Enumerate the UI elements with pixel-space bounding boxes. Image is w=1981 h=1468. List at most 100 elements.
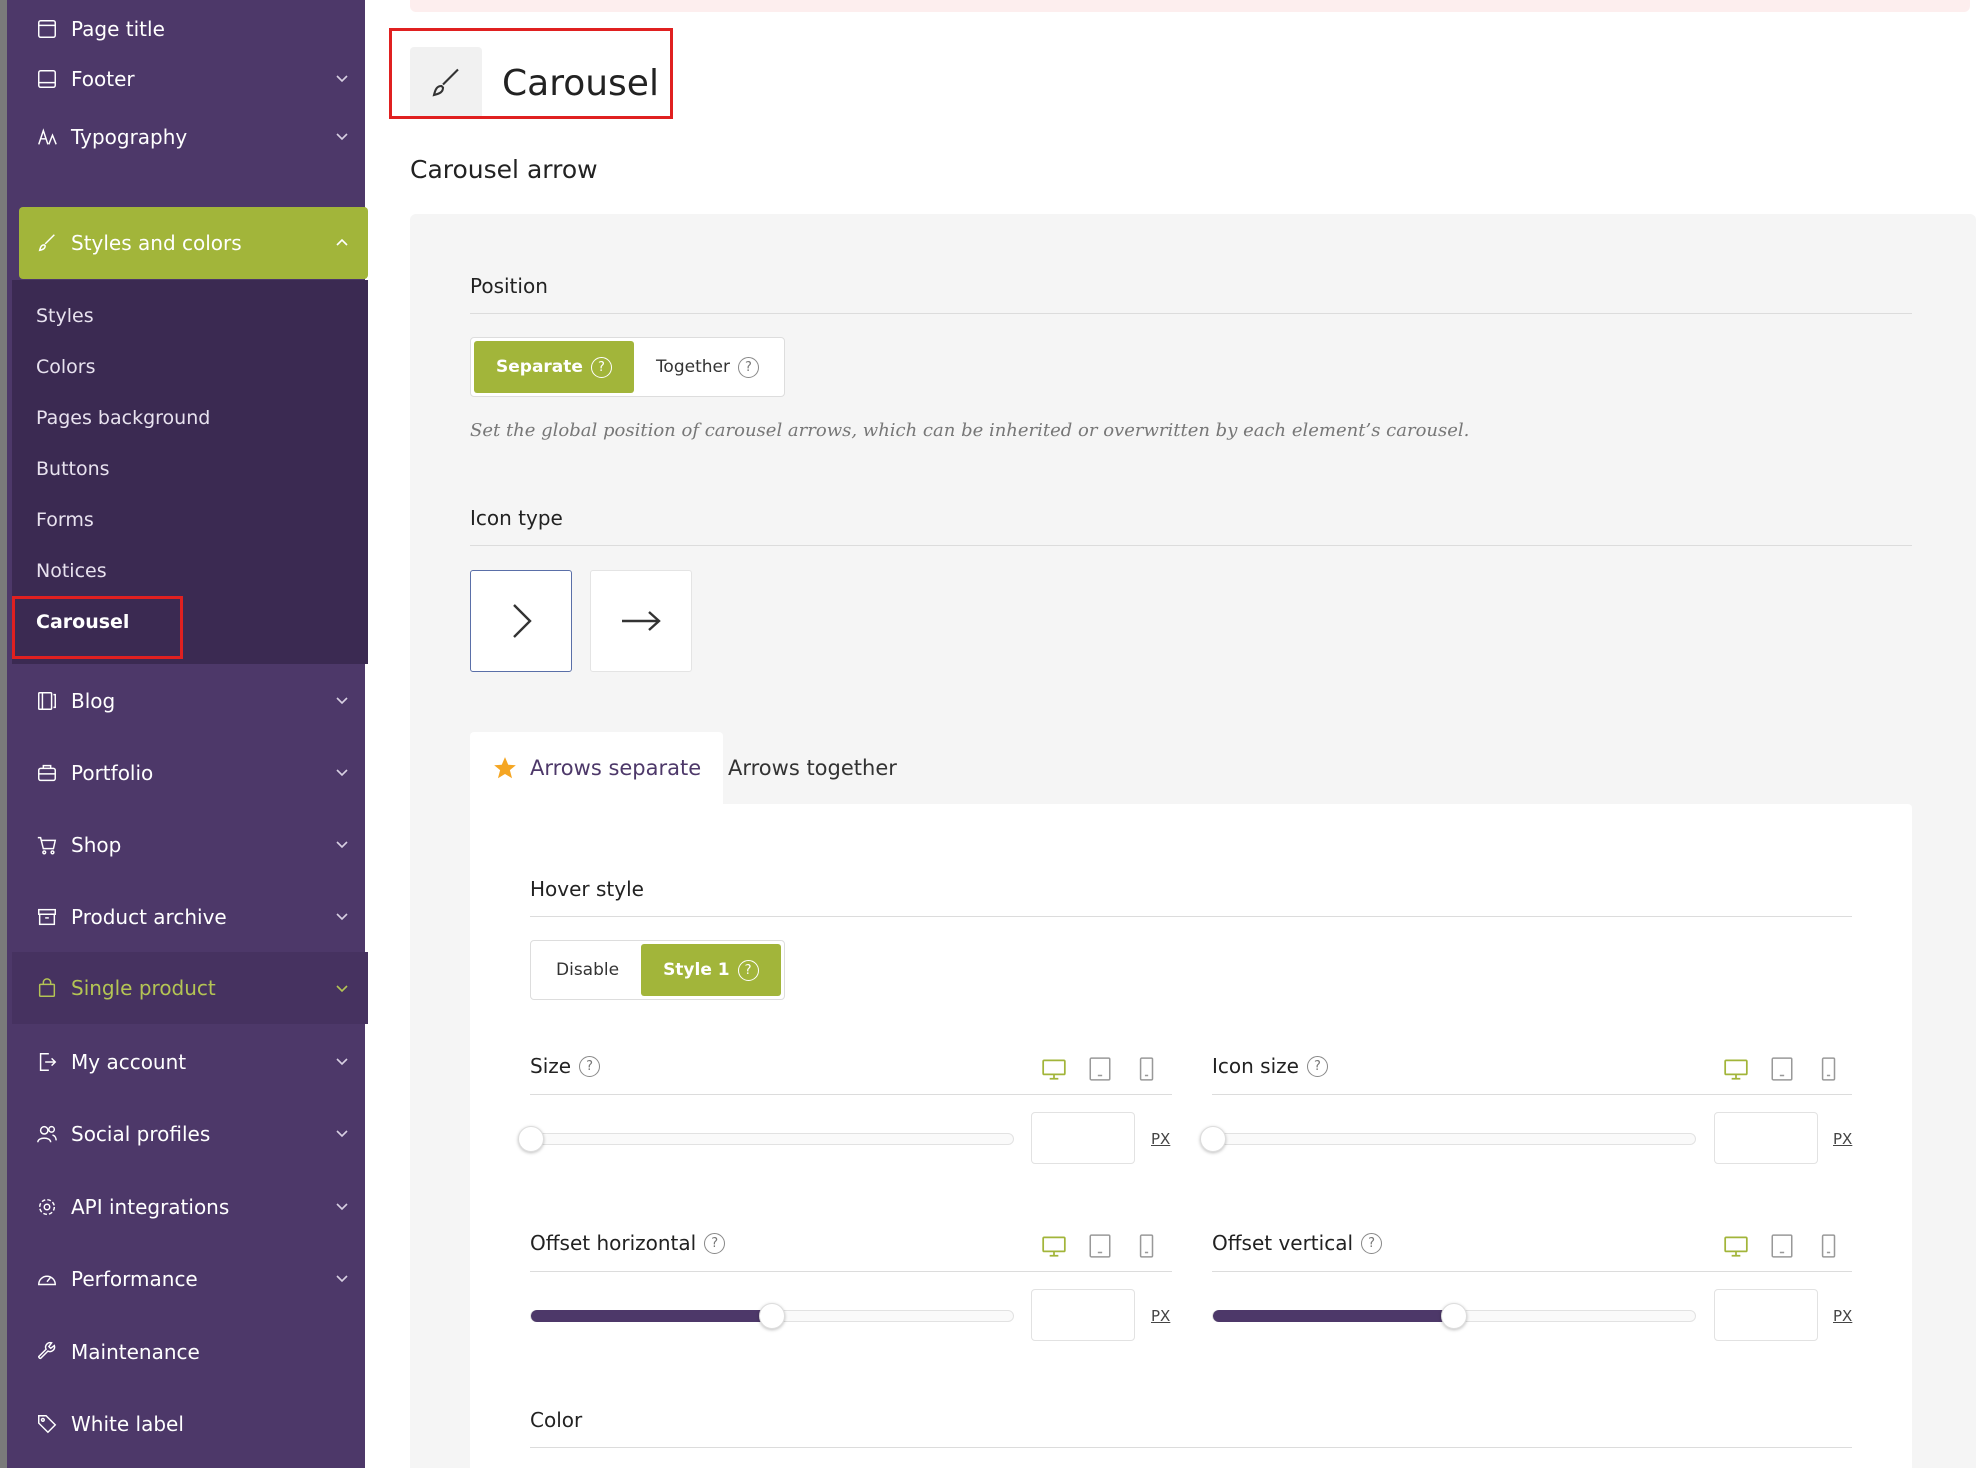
icon-size-label: Icon size — [1212, 1054, 1299, 1078]
page-icon — [35, 17, 59, 41]
sidebar-item-white-label[interactable]: White label — [19, 1395, 368, 1453]
sidebar-item-single-product[interactable]: Single product — [12, 952, 368, 1024]
offset-horizontal-slider[interactable] — [530, 1303, 1014, 1329]
slider-handle[interactable] — [1441, 1303, 1467, 1329]
divider — [1212, 1271, 1852, 1272]
help-icon[interactable]: ? — [590, 356, 612, 378]
sidebar-item-blog[interactable]: Blog — [19, 672, 368, 730]
blog-icon — [35, 689, 59, 713]
position-toggle: Separate ? Together ? — [470, 337, 785, 397]
size-slider[interactable] — [518, 1126, 1014, 1152]
offset-horizontal-unit[interactable]: PX — [1151, 1307, 1170, 1325]
tab-label: Arrows separate — [530, 756, 702, 780]
tablet-icon[interactable] — [1769, 1056, 1795, 1082]
chevron-down-icon — [336, 769, 348, 777]
icon-size-input[interactable] — [1714, 1112, 1818, 1164]
submenu-item-pages-background[interactable]: Pages background — [36, 407, 210, 429]
mobile-icon[interactable] — [1133, 1233, 1159, 1259]
desktop-icon[interactable] — [1723, 1233, 1749, 1259]
icon-size-slider[interactable] — [1200, 1126, 1696, 1152]
carousel-arrow-panel: Position Separate ? Together ? Set the g… — [410, 214, 1976, 1468]
footer-icon — [35, 67, 59, 91]
disable-option-label: Disable — [556, 960, 620, 980]
slider-handle[interactable] — [518, 1126, 544, 1152]
desktop-icon[interactable] — [1041, 1233, 1067, 1259]
star-icon — [494, 757, 516, 779]
submenu-item-buttons[interactable]: Buttons — [36, 458, 110, 480]
users-icon — [35, 1122, 59, 1146]
section-title: Carousel arrow — [410, 155, 598, 184]
help-icon[interactable]: ? — [1306, 1055, 1328, 1077]
slider-handle[interactable] — [1200, 1126, 1226, 1152]
sidebar-item-typography[interactable]: Typography — [19, 108, 368, 166]
style-1-option[interactable]: Style 1 ? — [641, 944, 781, 996]
sidebar-item-label: Performance — [71, 1267, 198, 1291]
sidebar-item-maintenance[interactable]: Maintenance — [19, 1323, 368, 1381]
brush-icon — [35, 231, 59, 255]
settings-page: Page title Footer Typography Styles and … — [0, 0, 1981, 1468]
sidebar-item-label: White label — [71, 1412, 184, 1436]
chevron-down-icon — [336, 1203, 348, 1211]
submenu-item-colors[interactable]: Colors — [36, 356, 96, 378]
sidebar-item-my-account[interactable]: My account — [19, 1033, 368, 1091]
sidebar-item-product-archive[interactable]: Product archive — [19, 888, 368, 946]
help-icon[interactable]: ? — [737, 356, 759, 378]
slider-fill — [531, 1310, 772, 1322]
together-option[interactable]: Together ? — [634, 341, 781, 393]
sidebar-item-performance[interactable]: Performance — [19, 1250, 368, 1308]
offset-vertical-slider[interactable] — [1212, 1303, 1696, 1329]
tab-arrows-separate[interactable]: Arrows separate — [470, 732, 724, 804]
sidebar-item-shop[interactable]: Shop — [19, 816, 368, 874]
offset-vertical-unit[interactable]: PX — [1833, 1307, 1852, 1325]
sidebar-item-label: Styles and colors — [71, 231, 242, 255]
chevron-down-icon — [336, 841, 348, 849]
size-label: Size — [530, 1054, 572, 1078]
sidebar: Page title Footer Typography Styles and … — [0, 0, 368, 1468]
sidebar-item-label: Blog — [71, 689, 116, 713]
desktop-icon[interactable] — [1723, 1056, 1749, 1082]
chevron-down-icon — [336, 1130, 348, 1138]
tab-label: Arrows together — [728, 756, 897, 780]
offset-vertical-input[interactable] — [1714, 1289, 1818, 1341]
size-unit[interactable]: PX — [1151, 1130, 1170, 1148]
disable-option[interactable]: Disable — [534, 944, 641, 996]
separate-option[interactable]: Separate ? — [474, 341, 634, 393]
tablet-icon[interactable] — [1087, 1233, 1113, 1259]
tablet-icon[interactable] — [1087, 1056, 1113, 1082]
color-label: Color — [530, 1408, 583, 1432]
sidebar-item-portfolio[interactable]: Portfolio — [19, 744, 368, 802]
slider-handle[interactable] — [759, 1303, 785, 1329]
position-description: Set the global position of carousel arro… — [470, 420, 1470, 441]
sidebar-item-label: Single product — [71, 976, 216, 1000]
icon-size-unit[interactable]: PX — [1833, 1130, 1852, 1148]
submenu-item-notices[interactable]: Notices — [36, 560, 107, 582]
icon-type-chevron[interactable] — [470, 570, 572, 672]
responsive-switcher — [1041, 1233, 1159, 1259]
tab-arrows-together[interactable]: Arrows together — [706, 732, 919, 804]
sidebar-item-social-profiles[interactable]: Social profiles — [19, 1105, 368, 1163]
help-icon[interactable]: ? — [704, 1232, 726, 1254]
sidebar-item-api-integrations[interactable]: API integrations — [19, 1178, 368, 1236]
tablet-icon[interactable] — [1769, 1233, 1795, 1259]
chevron-down-icon — [336, 75, 348, 83]
desktop-icon[interactable] — [1041, 1056, 1067, 1082]
icon-type-arrow[interactable] — [590, 570, 692, 672]
typography-icon — [35, 125, 59, 149]
mobile-icon[interactable] — [1133, 1056, 1159, 1082]
responsive-switcher — [1723, 1233, 1841, 1259]
wrench-icon — [35, 1340, 59, 1364]
offset-horizontal-input[interactable] — [1031, 1289, 1135, 1341]
submenu-item-styles[interactable]: Styles — [36, 305, 94, 327]
offset-vertical-label: Offset vertical — [1212, 1231, 1354, 1255]
sidebar-item-footer[interactable]: Footer — [19, 50, 368, 108]
help-icon[interactable]: ? — [579, 1055, 601, 1077]
help-icon[interactable]: ? — [1361, 1232, 1383, 1254]
sidebar-item-styles-and-colors[interactable]: Styles and colors — [19, 207, 368, 279]
sidebar-item-label: Shop — [71, 833, 122, 857]
size-input[interactable] — [1031, 1112, 1135, 1164]
mobile-icon[interactable] — [1815, 1056, 1841, 1082]
submenu-item-forms[interactable]: Forms — [36, 509, 94, 531]
mobile-icon[interactable] — [1815, 1233, 1841, 1259]
help-icon[interactable]: ? — [737, 959, 759, 981]
highlight-callout — [12, 596, 183, 659]
